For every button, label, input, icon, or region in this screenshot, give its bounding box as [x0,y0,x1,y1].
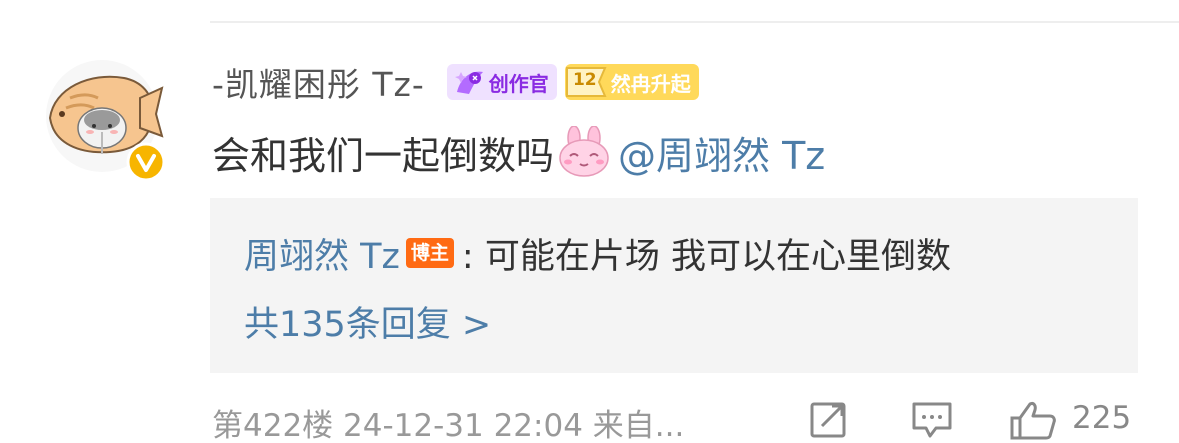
mention-link[interactable]: @周翊然 Tz [618,125,825,180]
comment-text: 会和我们一起倒数吗 [212,133,555,178]
fan-badge-label: 然冉升起 [610,71,691,96]
top-divider [210,21,1179,23]
verified-v-icon [126,142,166,182]
pink-bunny-emoji-icon [559,126,609,177]
fan-level-number: 12 [572,70,597,90]
comment-body: 会和我们一起倒数吗 @周翊然 Tz [212,124,825,180]
comment-icon[interactable] [910,400,954,440]
username[interactable]: -凯耀困彤 Tz- [212,58,425,106]
comment-meta: 第422楼 24-12-31 22:04 来自... [212,408,685,443]
creator-badge-label: 创作官 [488,71,549,96]
share-icon[interactable] [808,400,852,440]
view-replies-link[interactable]: 共135条回复 > [244,296,491,347]
blogger-badge: 博主 [405,238,454,268]
reply-line: 周翊然 Tz 博主 : 可能在片场 我可以在心里倒数 [244,228,951,278]
fan-level-shield: 12 [565,64,609,100]
reply-text: : 可能在片场 我可以在心里倒数 [461,236,951,277]
reply-author[interactable]: 周翊然 Tz [244,228,400,279]
fan-level-badge[interactable]: 12 然冉升起 [564,64,699,100]
comment-footer: 第422楼 24-12-31 22:04 来自... 225 [212,398,1152,443]
comment-card: -凯耀困彤 Tz- 创作官 12 然冉升起 会和我们一起倒数吗 @周翊然 Tz … [0,0,1179,443]
reply-preview-box[interactable]: 周翊然 Tz 博主 : 可能在片场 我可以在心里倒数 共135条回复 > [210,198,1138,373]
creator-star-icon [454,71,483,94]
username-row: -凯耀困彤 Tz- 创作官 12 然冉升起 [212,58,699,106]
like-count: 225 [1072,400,1132,436]
creator-badge[interactable]: 创作官 [446,64,557,100]
like-icon[interactable] [1008,400,1058,440]
